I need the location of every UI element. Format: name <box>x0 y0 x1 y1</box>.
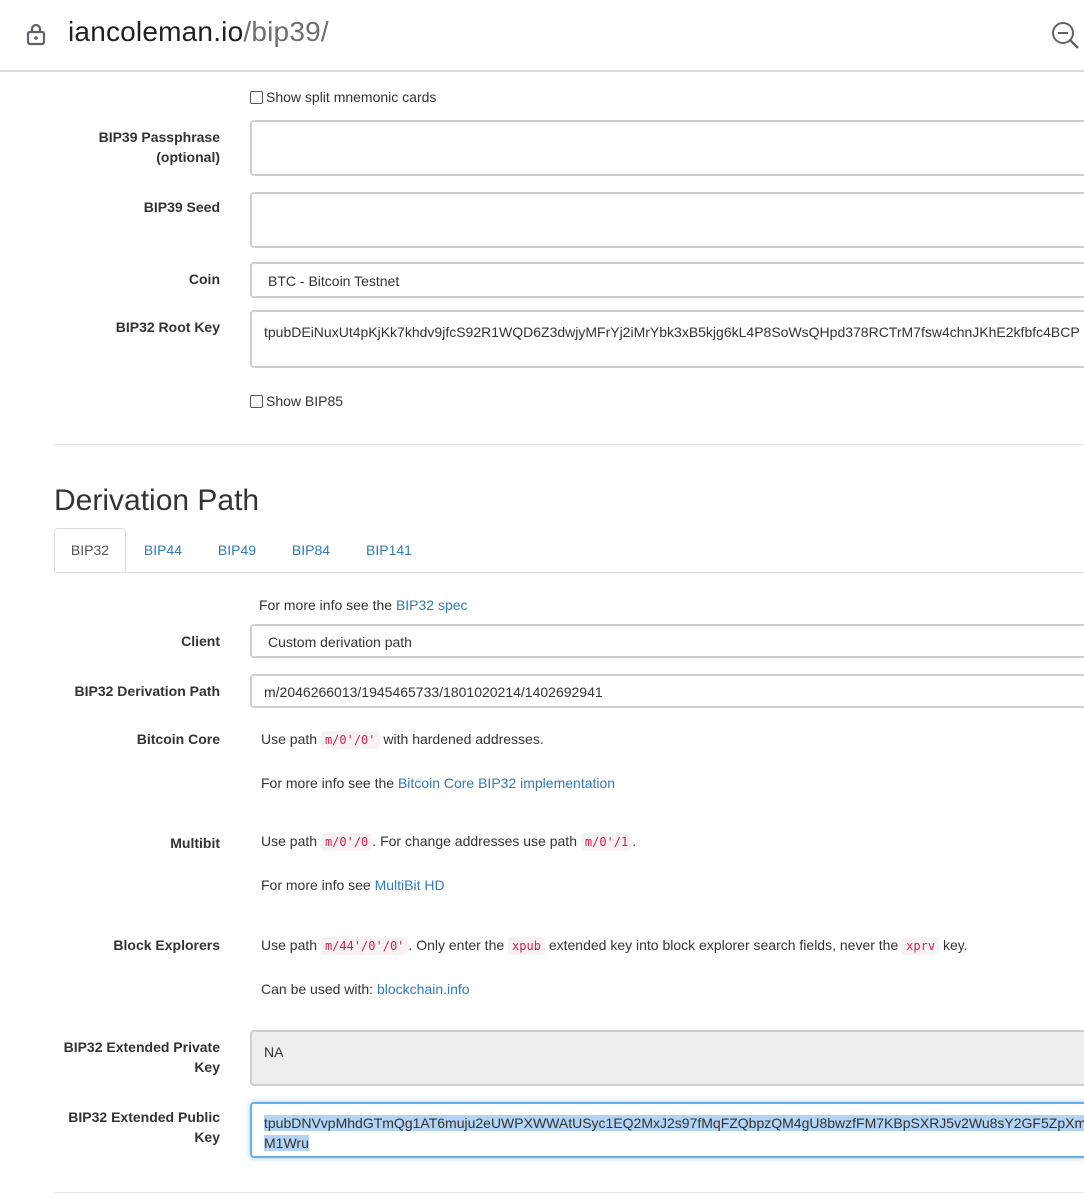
url-path: /bip39/ <box>243 16 329 47</box>
ext-priv-key-label: BIP32 Extended Private Key <box>20 1037 220 1077</box>
explorers-xprv-code: xprv <box>902 937 940 955</box>
divider <box>54 444 1084 445</box>
bitcoin-core-info-prefix: For more info see the <box>261 775 395 791</box>
ext-priv-key-textarea[interactable]: NA <box>250 1030 1084 1086</box>
bitcoin-core-info-text: For more info see the Bitcoin Core BIP32… <box>261 775 615 791</box>
bitcoin-core-path-code: m/0'/0' <box>320 731 380 749</box>
bip32-info-text: For more info see the BIP32 spec <box>259 597 468 613</box>
seed-label: BIP39 Seed <box>143 199 220 215</box>
block-explorers-can-use: Can be used with: blockchain.info <box>261 981 470 997</box>
bitcoin-core-use-path: Use path <box>261 731 318 747</box>
explorers-path-code: m/44'/0'/0' <box>320 937 409 955</box>
multibit-mid-text: . For change addresses use path <box>372 833 577 849</box>
block-explorers-path-text: Use path m/44'/0'/0'. Only enter the xpu… <box>261 937 968 955</box>
explorers-xpub-code: xpub <box>508 937 545 955</box>
bip85-row[interactable]: Show BIP85 <box>250 393 343 409</box>
derivation-path-input[interactable]: m/2046266013/1945465733/1801020214/14026… <box>250 674 1084 708</box>
bip85-checkbox[interactable] <box>250 394 263 408</box>
ext-priv-key-label-line2: Key <box>194 1059 220 1075</box>
multibit-change-path-code: m/0'/1 <box>580 833 633 851</box>
bitcoin-core-implementation-link[interactable]: Bitcoin Core BIP32 implementation <box>398 775 615 791</box>
blockchain-info-link[interactable]: blockchain.info <box>377 981 470 997</box>
client-selected-value: Custom derivation path <box>268 634 412 650</box>
block-explorers-label: Block Explorers <box>113 937 220 953</box>
bitcoin-core-path-text: Use path m/0'/0' with hardened addresses… <box>261 731 544 749</box>
multibit-path-text: Use path m/0'/0. For change addresses us… <box>261 833 637 851</box>
multibit-info-prefix: For more info see <box>261 877 371 893</box>
passphrase-label-line2: (optional) <box>156 149 220 165</box>
tab-bip141[interactable]: BIP141 <box>356 528 422 572</box>
bitcoin-core-label: Bitcoin Core <box>136 731 220 747</box>
multibit-hd-link[interactable]: MultiBit HD <box>375 877 445 893</box>
passphrase-label: BIP39 Passphrase (optional) <box>20 127 220 167</box>
explorers-end-text: key. <box>942 937 968 953</box>
multibit-path-code: m/0'/0 <box>320 833 373 851</box>
ext-priv-key-value: NA <box>264 1044 284 1060</box>
root-key-label: BIP32 Root Key <box>115 319 220 335</box>
url-text[interactable]: iancoleman.io/bip39/ <box>68 16 329 48</box>
url-host: iancoleman.io <box>68 16 244 47</box>
ext-pub-key-label-line2: Key <box>194 1129 220 1145</box>
split-cards-checkbox[interactable] <box>250 90 263 104</box>
ext-pub-key-line2: M1Wru <box>264 1135 309 1151</box>
ext-pub-key-line1: tpubDNVvpMhdGTmQg1AT6muju2eUWPXWWAtUSyc1… <box>264 1115 1084 1131</box>
bip32-info-prefix: For more info see the <box>259 597 393 613</box>
multibit-label: Multibit <box>170 835 220 851</box>
lock-icon <box>26 23 46 46</box>
multibit-info-text: For more info see MultiBit HD <box>261 877 445 893</box>
derivation-path-value: m/2046266013/1945465733/1801020214/14026… <box>264 684 603 700</box>
tab-bip32[interactable]: BIP32 <box>54 528 126 572</box>
explorers-can-use-prefix: Can be used with: <box>261 981 374 997</box>
passphrase-input[interactable] <box>250 120 1084 176</box>
explorers-mid2-text: extended key into block explorer search … <box>548 937 899 953</box>
derivation-tabs: BIP32 BIP44 BIP49 BIP84 BIP141 <box>54 528 1084 573</box>
coin-select[interactable]: BTC - Bitcoin Testnet <box>250 262 1084 298</box>
ext-priv-key-label-line1: BIP32 Extended Private <box>63 1039 220 1055</box>
root-key-value: tpubDEiNuxUt4pKjKk7khdv9jfcS92R1WQD6Z3dw… <box>264 324 1080 340</box>
coin-selected-value: BTC - Bitcoin Testnet <box>268 273 400 289</box>
tab-bip44[interactable]: BIP44 <box>134 528 192 572</box>
split-cards-label: Show split mnemonic cards <box>266 89 437 105</box>
ext-pub-key-label-line1: BIP32 Extended Public <box>68 1109 220 1125</box>
ext-pub-key-textarea[interactable]: tpubDNVvpMhdGTmQg1AT6muju2eUWPXWWAtUSyc1… <box>250 1102 1084 1158</box>
coin-label: Coin <box>188 271 220 287</box>
derivation-path-label: BIP32 Derivation Path <box>74 683 221 699</box>
bip32-spec-link[interactable]: BIP32 spec <box>396 597 468 613</box>
tab-bip49[interactable]: BIP49 <box>208 528 266 572</box>
multibit-end-text: . <box>632 833 637 849</box>
client-label: Client <box>181 633 220 649</box>
bitcoin-core-suffix: with hardened addresses. <box>383 731 544 747</box>
multibit-use-path: Use path <box>261 833 318 849</box>
zoom-out-icon[interactable] <box>1050 20 1080 50</box>
explorers-mid-text: . Only enter the <box>408 937 505 953</box>
tab-bip84[interactable]: BIP84 <box>282 528 340 572</box>
bottom-divider <box>54 1192 1084 1193</box>
ext-pub-key-label: BIP32 Extended Public Key <box>20 1107 220 1147</box>
passphrase-label-line1: BIP39 Passphrase <box>98 129 220 145</box>
seed-textarea[interactable] <box>250 192 1084 248</box>
root-key-textarea[interactable]: tpubDEiNuxUt4pKjKk7khdv9jfcS92R1WQD6Z3dw… <box>250 310 1084 368</box>
bip85-label: Show BIP85 <box>266 393 344 409</box>
split-cards-row[interactable]: Show split mnemonic cards <box>250 89 436 105</box>
client-select[interactable]: Custom derivation path <box>250 624 1084 658</box>
browser-address-bar[interactable]: iancoleman.io/bip39/ <box>0 0 1084 72</box>
explorers-use-path: Use path <box>261 937 318 953</box>
derivation-heading: Derivation Path <box>54 484 260 517</box>
